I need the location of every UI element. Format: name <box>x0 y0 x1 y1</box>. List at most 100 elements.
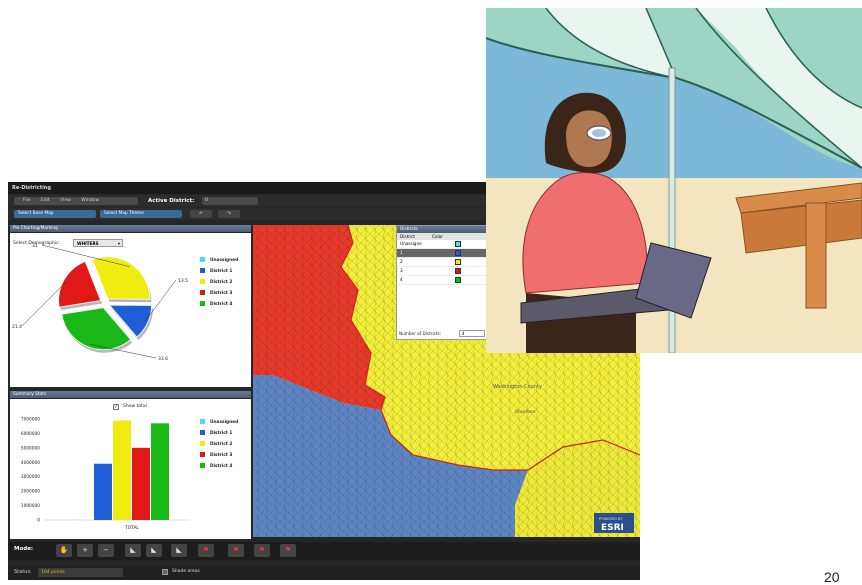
y-tick-label: 5000000 <box>21 445 40 451</box>
pie-panel-header: Pie Charting/Marking <box>10 225 251 232</box>
clipart-illustration <box>486 8 862 353</box>
legend-swatch <box>200 441 205 446</box>
legend-swatch <box>200 301 205 306</box>
legend-item: District 1 <box>200 268 232 275</box>
menu-bar: File Edit View Window <box>14 197 138 205</box>
legend-item: District 3 <box>200 452 232 459</box>
shade-areas-checkbox[interactable] <box>162 569 168 575</box>
undo-button[interactable]: ↶ <box>190 210 212 218</box>
district-name: Unassigne <box>400 241 422 246</box>
bar-4 <box>151 423 169 520</box>
legend-item: District 4 <box>200 301 232 308</box>
col-color: Color <box>432 234 443 239</box>
pie-label-2: 13.5 <box>178 278 188 284</box>
legend-label: District 1 <box>210 269 233 274</box>
districts-panel-header: Districts <box>397 226 495 233</box>
districts-row[interactable]: 1 <box>397 249 495 258</box>
legend-label: District 1 <box>210 431 233 436</box>
clipart-svg <box>486 8 862 353</box>
district-color-swatch[interactable] <box>455 241 461 247</box>
flag-tool-1-icon[interactable]: ⚑ <box>198 544 214 557</box>
mode-label: Mode: <box>14 546 34 552</box>
legend-item: District 2 <box>200 441 232 448</box>
y-tick-label: 0 <box>37 518 40 524</box>
legend-item: District 4 <box>200 463 232 470</box>
legend-swatch <box>200 279 205 284</box>
district-name: 2 <box>400 259 403 264</box>
pie-panel: Select Demographic: WHITERS ▾ 31 13.5 33.6 2… <box>10 233 251 387</box>
legend-item: District 1 <box>200 430 232 437</box>
district-color-swatch[interactable] <box>455 268 461 274</box>
menu-file[interactable]: File <box>23 198 31 203</box>
districts-row[interactable]: 2 <box>397 258 495 267</box>
bar-panel-header: Summary Stats <box>10 391 251 398</box>
legend-label: District 3 <box>210 291 233 296</box>
pie-label-4: 21.4 <box>12 324 22 330</box>
y-tick-label: 7000000 <box>21 417 40 423</box>
legend-swatch <box>200 257 205 262</box>
district-name: 4 <box>400 277 403 282</box>
bar-panel: ✓ Show total 7000000 6000000 5000000 400000… <box>10 399 251 539</box>
district-color-swatch[interactable] <box>455 250 461 256</box>
map-theme-select[interactable]: Select Map Theme <box>100 210 182 218</box>
district-color-swatch[interactable] <box>455 277 461 283</box>
pie-label-3: 33.6 <box>158 356 168 362</box>
district-name: 1 <box>400 250 403 255</box>
y-tick-label: 4000000 <box>21 460 40 466</box>
bar-2 <box>113 420 131 520</box>
menu-window[interactable]: Window <box>81 198 99 203</box>
menu-view[interactable]: View <box>60 198 71 203</box>
menu-edit[interactable]: Edit <box>41 198 50 203</box>
legend-label: District 3 <box>210 453 233 458</box>
legend-label: District 2 <box>210 442 233 447</box>
shade-areas-label: Shade areas <box>172 569 200 574</box>
y-tick-label: 6000000 <box>21 431 40 437</box>
status-bar: Status: 104 points Shade areas <box>8 566 640 580</box>
districts-row[interactable]: 4 <box>397 276 495 285</box>
bar-3 <box>132 447 150 520</box>
select-tool-icon[interactable]: ◣ <box>125 544 141 557</box>
pan-hand-icon[interactable]: ✋ <box>56 544 72 557</box>
legend-swatch <box>200 268 205 273</box>
legend-label: District 4 <box>210 464 233 469</box>
districts-rows: Unassigne 1 2 3 4 <box>397 240 495 285</box>
zoom-in-icon[interactable]: + <box>77 544 93 557</box>
legend-label: District 4 <box>210 302 233 307</box>
bar-1 <box>94 463 112 520</box>
esri-powered-label: POWERED BY <box>599 517 623 521</box>
num-districts-input[interactable]: 4 <box>459 330 485 337</box>
flag-tool-4-icon[interactable]: ⚑ <box>280 544 296 557</box>
legend-swatch <box>200 463 205 468</box>
legend-swatch <box>200 452 205 457</box>
districts-table-header: District Color <box>397 233 495 240</box>
flag-tool-3-icon[interactable]: ⚑ <box>254 544 270 557</box>
legend-item: District 3 <box>200 290 232 297</box>
town-label: Brenham <box>515 409 535 415</box>
y-tick-label: 3000000 <box>21 474 40 480</box>
districts-row[interactable]: 3 <box>397 267 495 276</box>
pie-label-1: 31 <box>32 243 38 249</box>
districts-row[interactable]: Unassigne <box>397 240 495 249</box>
select-tool-3-icon[interactable]: ◣ <box>171 544 187 557</box>
active-district-select[interactable]: 0 <box>202 197 258 205</box>
redo-button[interactable]: ↷ <box>218 210 240 218</box>
esri-logo-text: ESRI <box>601 523 624 533</box>
active-district-label: Active District: <box>148 198 195 204</box>
districts-panel: Districts District Color Unassigne 1 2 3 4 N… <box>396 225 496 340</box>
legend-item: District 2 <box>200 279 232 286</box>
base-map-select[interactable]: Select Base Map <box>14 210 96 218</box>
y-tick-label: 2000000 <box>21 489 40 495</box>
num-districts-label: Number of Districts: <box>399 331 442 336</box>
mode-bar: Mode: ✋ + − ◣ ◣ ◣ ⚑ ⚑ ⚑ ⚑ <box>8 542 640 560</box>
legend-item: Unassigned <box>200 257 238 264</box>
x-axis-label: TOTAL <box>124 525 139 531</box>
zoom-out-icon[interactable]: − <box>98 544 114 557</box>
flag-tool-2-icon[interactable]: ⚑ <box>228 544 244 557</box>
legend-item: Unassigned <box>200 419 238 426</box>
select-tool-2-icon[interactable]: ◣ <box>146 544 162 557</box>
col-district: District <box>400 234 416 239</box>
pie-slice-4 <box>58 260 102 308</box>
pie-slice-1 <box>91 256 151 300</box>
district-color-swatch[interactable] <box>455 259 461 265</box>
district-name: 3 <box>400 268 403 273</box>
